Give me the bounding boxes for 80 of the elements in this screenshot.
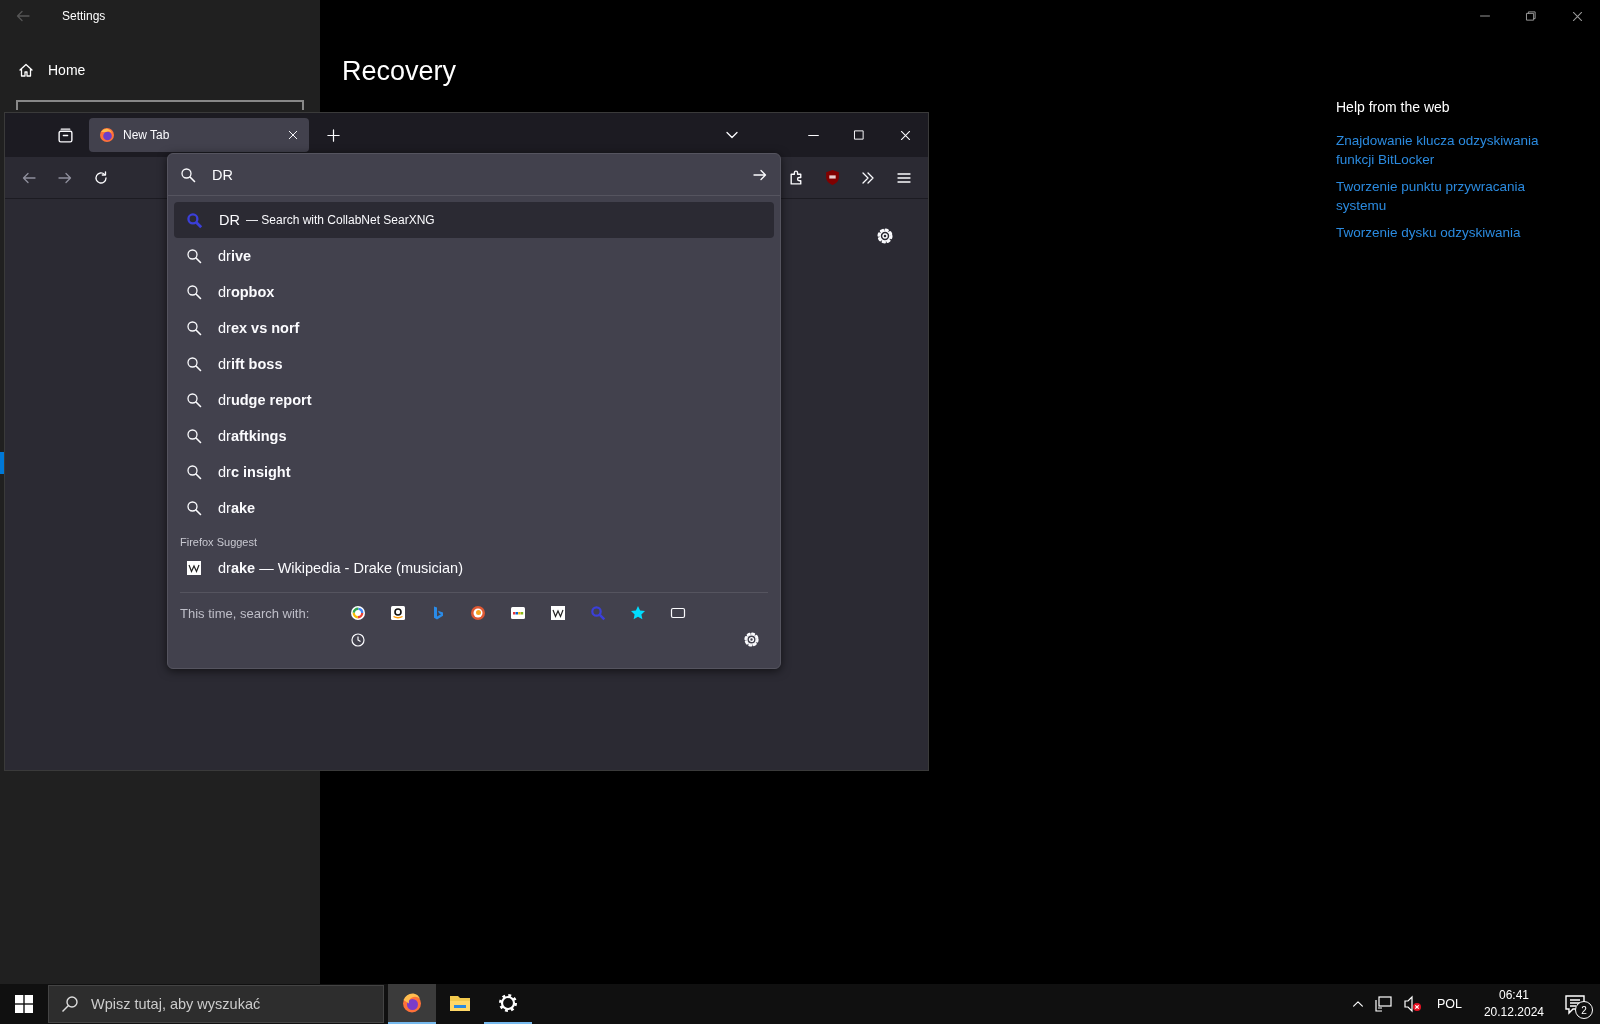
suggestion-text: drudge report: [218, 392, 312, 408]
nav-item[interactable]: Home: [48, 62, 86, 78]
group-heading: Firefox Suggest: [179, 535, 259, 550]
google-icon[interactable]: [350, 605, 366, 621]
help-link[interactable]: Tworzenie punktu przywracania systemu: [1336, 177, 1566, 215]
suggestion-text: drex vs norf: [218, 320, 300, 336]
suggestion-row[interactable]: draftkings: [174, 418, 774, 454]
language-indicator[interactable]: POL: [1432, 997, 1466, 1011]
address-field[interactable]: DR: [212, 166, 736, 183]
wikipedia-icon[interactable]: [550, 605, 566, 621]
search-icon: [186, 320, 202, 336]
home-icon: [18, 62, 34, 78]
duck-icon[interactable]: [470, 605, 486, 621]
muted-speaker-icon[interactable]: [1402, 995, 1423, 1013]
suggestion-text: drake — Wikipedia - Drake (musician): [218, 560, 463, 576]
search-icon: [186, 248, 202, 264]
search-placeholder: Wpisz tutaj, aby wyszukać: [91, 996, 261, 1012]
help-link[interactable]: Tworzenie dysku odzyskiwania: [1336, 223, 1566, 242]
network-icon[interactable]: [1374, 995, 1393, 1013]
search-icon: [180, 166, 196, 183]
search-icon: [186, 464, 202, 480]
tab-list-icon[interactable]: [56, 126, 74, 144]
notification-count: 2: [1575, 1001, 1593, 1019]
windows-icon[interactable]: [15, 995, 33, 1013]
settings-icon[interactable]: [743, 631, 760, 648]
close-icon[interactable]: [898, 128, 912, 142]
suggestion-row[interactable]: drift boss: [174, 346, 774, 382]
clock[interactable]: 06:41 20.12.2024: [1475, 987, 1552, 1021]
notification-button[interactable]: 2: [1562, 990, 1590, 1018]
action-text: — Search with CollabNet SearXNG: [245, 213, 435, 227]
suggestion-row[interactable]: drudge report: [174, 382, 774, 418]
help-heading: Help from the web: [1336, 99, 1451, 115]
one-off-label: This time, search with:: [180, 605, 311, 621]
notification-icon: [1564, 994, 1586, 1016]
suggestion-row[interactable]: drive: [174, 238, 774, 274]
suggestion-row[interactable]: drc insight: [174, 454, 774, 490]
suggestion-row[interactable]: DR — Search with CollabNet SearXNG: [174, 202, 774, 238]
amazon-icon[interactable]: [390, 605, 406, 621]
new-tab-icon[interactable]: [325, 127, 341, 143]
wikipedia-icon[interactable]: [186, 560, 202, 576]
maximize-icon[interactable]: [853, 129, 865, 141]
history-icon[interactable]: [350, 631, 366, 648]
window-title: Settings: [62, 9, 106, 23]
suggestion-text: drift boss: [218, 356, 283, 372]
suggestion-row[interactable]: dropbox: [174, 274, 774, 310]
search-icon: [186, 356, 202, 372]
clock-date: 20.12.2024: [1483, 1004, 1544, 1021]
suggestion-row[interactable]: drake — Wikipedia - Drake (musician): [174, 550, 774, 586]
taskbar-app[interactable]: [388, 984, 436, 1024]
search-icon: [186, 428, 202, 444]
tab-icon[interactable]: [670, 605, 686, 621]
firefox-icon: [400, 991, 424, 1015]
fox-icon: [99, 127, 115, 143]
reload-icon[interactable]: [93, 169, 109, 186]
settings-icon[interactable]: [876, 227, 894, 245]
suggestion-text: draftkings: [218, 428, 287, 444]
close-icon[interactable]: [1570, 9, 1584, 23]
suggestion-text: DR: [219, 212, 240, 228]
suggestion-row[interactable]: drake: [174, 490, 774, 526]
shield-icon[interactable]: [823, 169, 841, 186]
clock-time: 06:41: [1498, 987, 1529, 1004]
search-field[interactable]: Wpisz tutaj, aby wyszukać: [48, 985, 384, 1023]
star-icon[interactable]: [630, 605, 646, 621]
help-link[interactable]: Znajdowanie klucza odzyskiwania funkcji BitLocker: [1336, 131, 1566, 169]
selection-indicator: [0, 452, 4, 474]
search-field[interactable]: [16, 100, 304, 110]
suggestion-text: dropbox: [218, 284, 275, 300]
page-title: Recovery: [342, 56, 457, 87]
close-icon[interactable]: [287, 129, 299, 141]
search-icon: [186, 284, 202, 300]
search-icon: [186, 392, 202, 408]
suggestion-text: drake: [218, 500, 256, 516]
settings-icon: [496, 991, 520, 1015]
restore-icon[interactable]: [1525, 9, 1537, 22]
suggestion-text: drc insight: [218, 464, 291, 480]
browser-tab[interactable]: New Tab: [89, 118, 309, 152]
search-icon: [186, 500, 202, 516]
search-icon: [61, 995, 79, 1013]
suggestion-text: drive: [218, 248, 252, 264]
suggestion-row[interactable]: drex vs norf: [174, 310, 774, 346]
